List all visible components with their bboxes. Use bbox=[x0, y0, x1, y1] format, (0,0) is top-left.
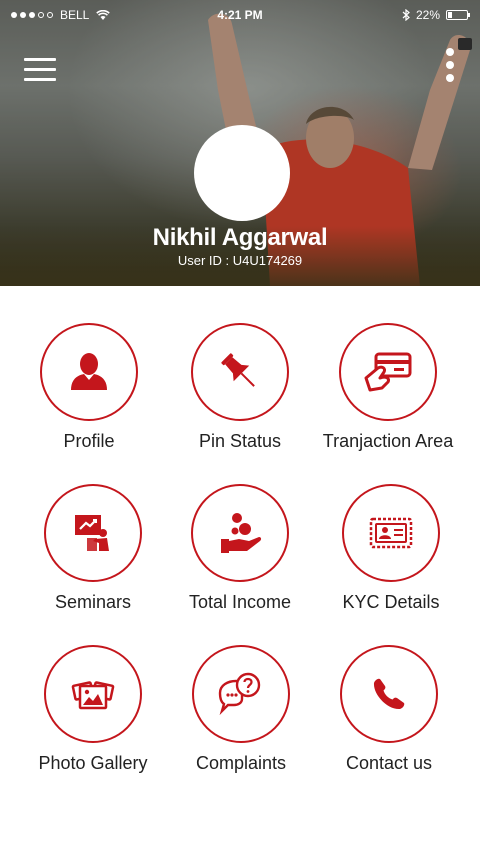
tile-label: Contact us bbox=[345, 753, 433, 773]
kyc-details-tile[interactable]: KYC Details bbox=[311, 484, 471, 624]
more-options-button[interactable] bbox=[440, 48, 460, 88]
user-icon bbox=[71, 353, 107, 390]
transaction-area-tile[interactable]: Tranjaction Area bbox=[308, 323, 468, 463]
hamburger-menu-button[interactable] bbox=[24, 58, 56, 82]
id-card-icon bbox=[369, 517, 413, 549]
user-name: Nikhil Aggarwal bbox=[152, 224, 328, 251]
gallery-icon bbox=[71, 681, 115, 710]
chat-question-icon bbox=[218, 672, 261, 716]
tile-label: KYC Details bbox=[342, 592, 440, 612]
user-id: User ID : U4U174269 bbox=[177, 253, 303, 268]
income-hand-icon bbox=[221, 513, 262, 553]
pushpin-icon bbox=[221, 353, 255, 387]
status-bar: BELL 4:21 PM 22% bbox=[0, 0, 480, 30]
battery-icon bbox=[446, 10, 470, 20]
battery-percent: 22% bbox=[415, 8, 440, 22]
phone-icon bbox=[373, 678, 405, 710]
tile-label: Tranjaction Area bbox=[322, 431, 454, 451]
avatar[interactable] bbox=[194, 125, 290, 221]
card-payment-icon bbox=[364, 352, 412, 392]
presentation-icon bbox=[75, 515, 109, 551]
bluetooth-icon bbox=[402, 9, 410, 21]
contact-us-tile[interactable]: Contact us bbox=[309, 645, 469, 785]
